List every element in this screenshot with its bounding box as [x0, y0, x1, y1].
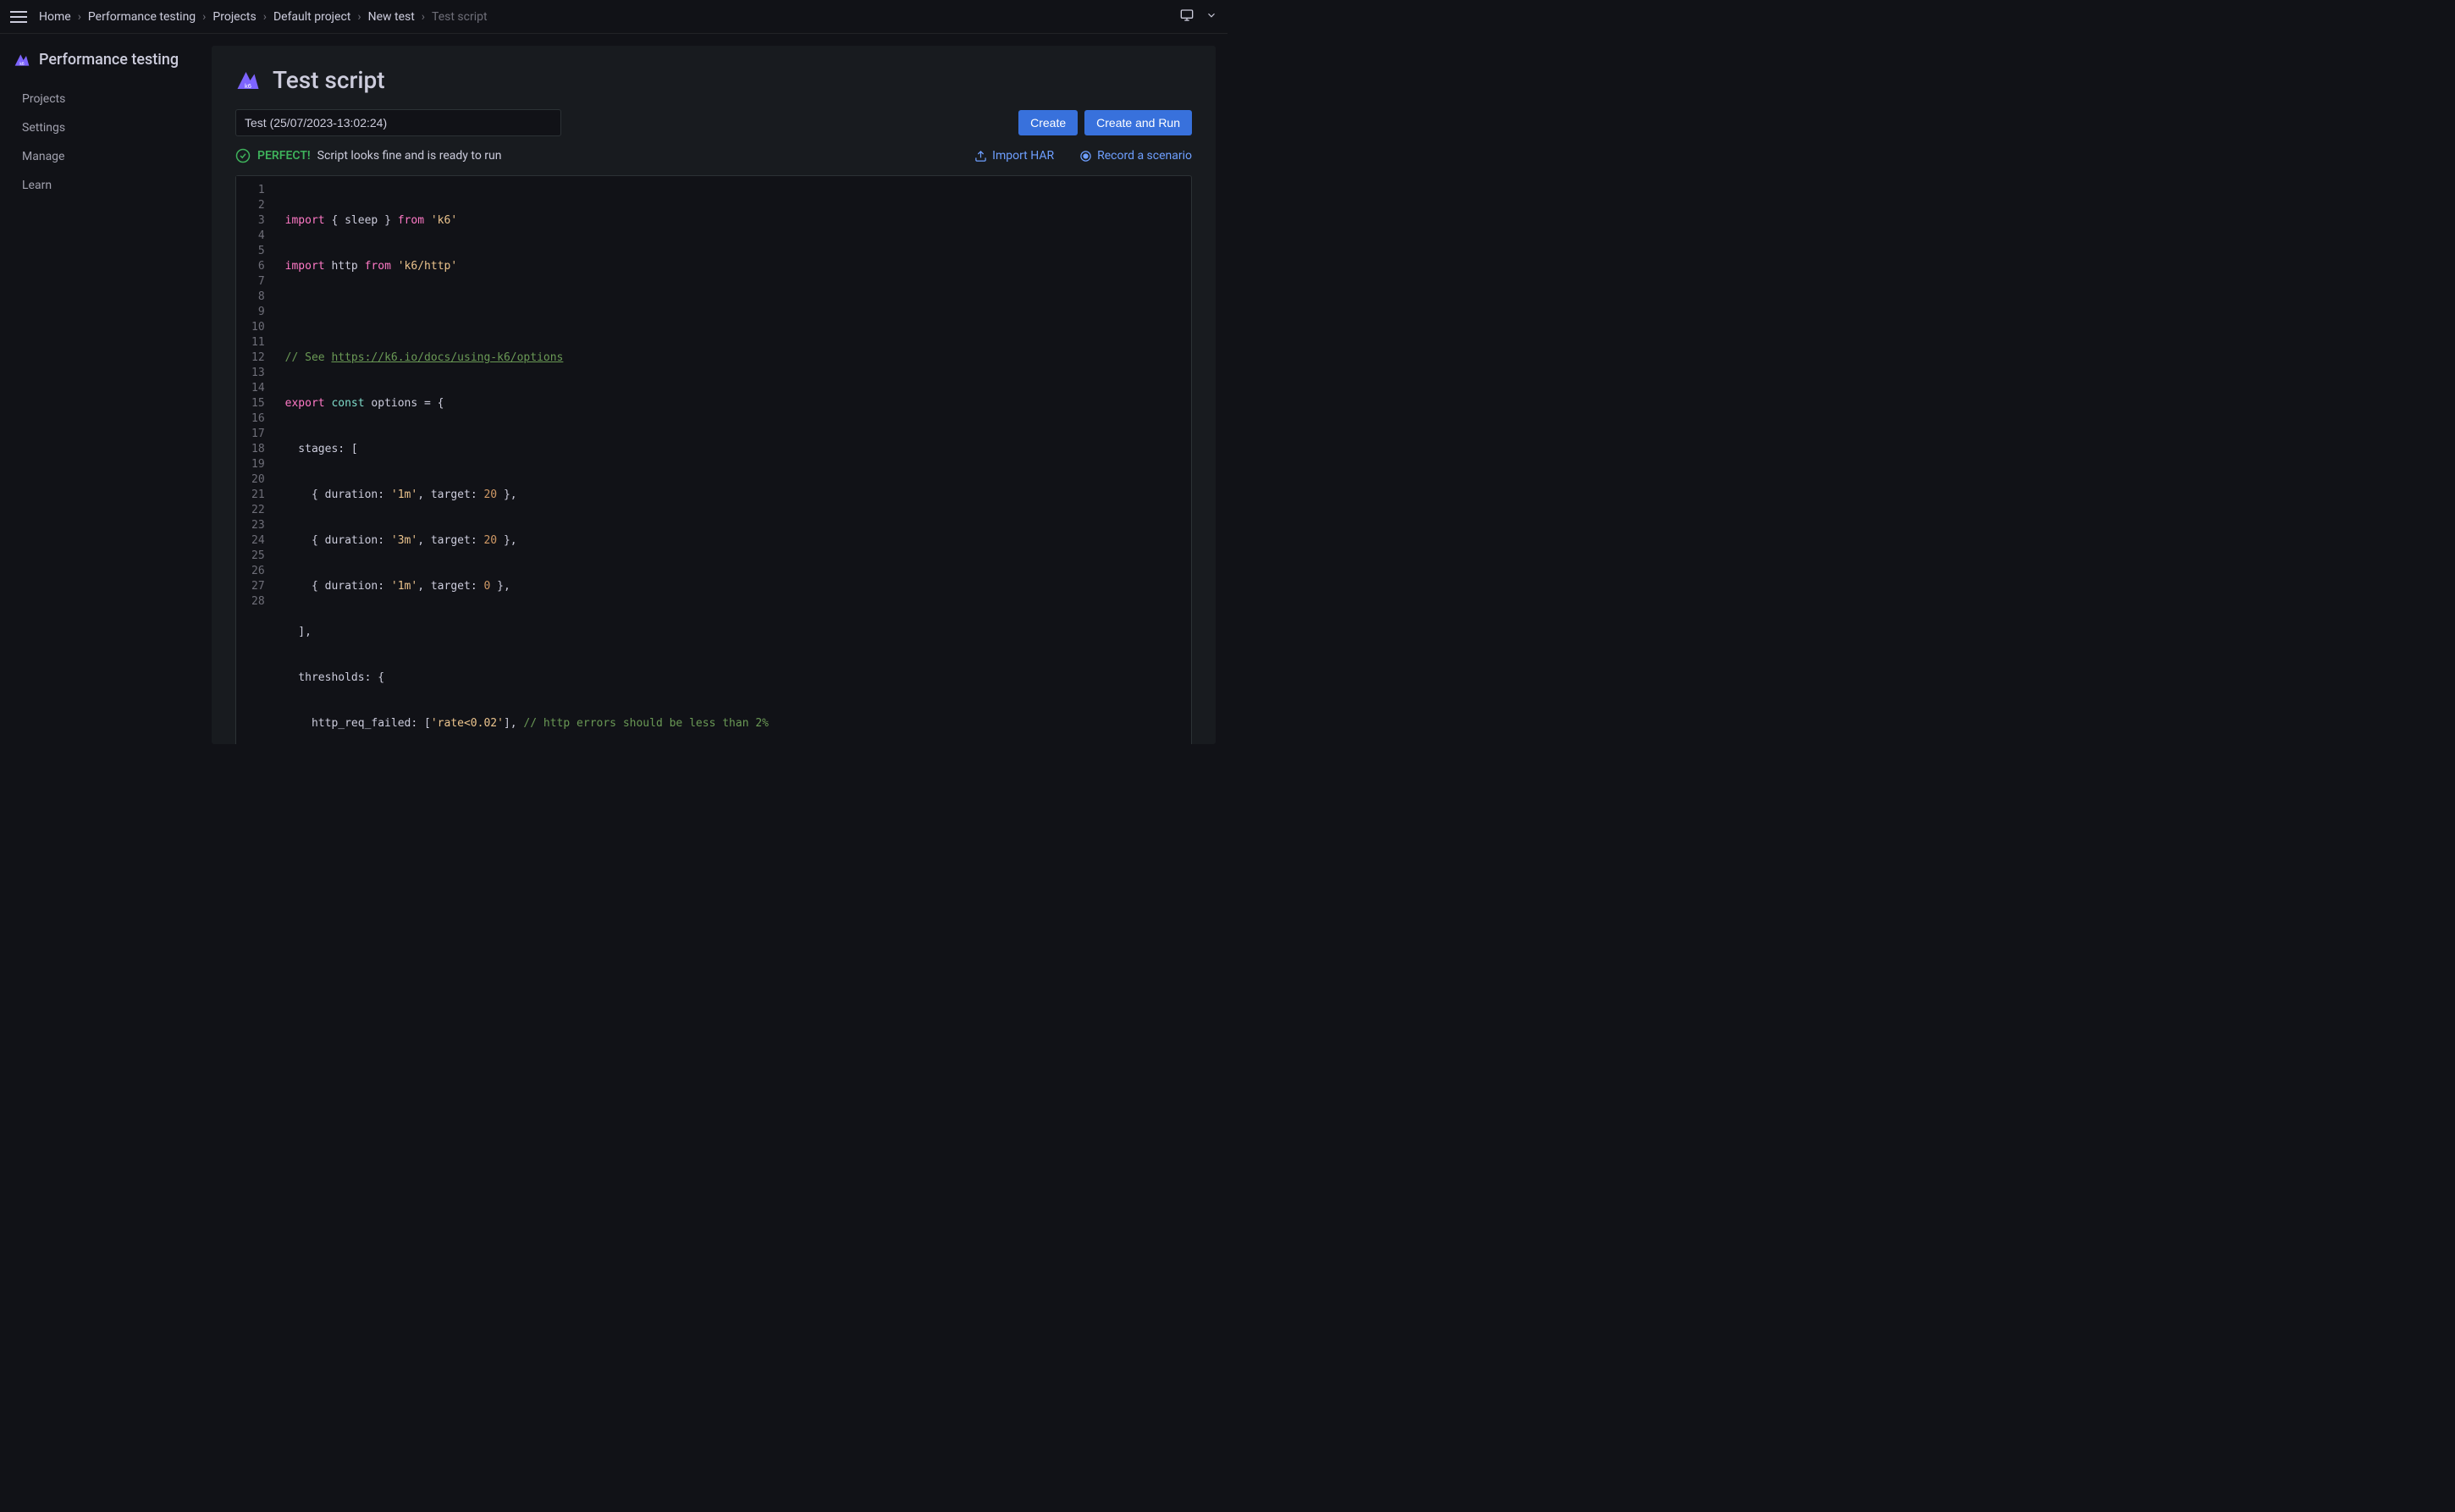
check-circle-icon: [235, 148, 251, 163]
sidebar-header: k6 Performance testing: [14, 51, 198, 69]
line-number-gutter: 1234567891011121314151617181920212223242…: [236, 176, 273, 744]
menu-toggle-icon[interactable]: [10, 8, 27, 25]
create-button[interactable]: Create: [1018, 110, 1078, 135]
create-and-run-button[interactable]: Create and Run: [1084, 110, 1192, 135]
code-content[interactable]: import { sleep } from 'k6' import http f…: [273, 176, 1191, 744]
chevron-right-icon: ›: [263, 10, 267, 24]
breadcrumb-default-project[interactable]: Default project: [273, 10, 350, 24]
breadcrumb-current: Test script: [432, 10, 488, 24]
chevron-right-icon: ›: [202, 10, 206, 24]
sidebar-title: Performance testing: [39, 51, 179, 69]
import-har-label: Import HAR: [992, 149, 1054, 163]
breadcrumb-projects[interactable]: Projects: [212, 10, 256, 24]
breadcrumb: Home › Performance testing › Projects › …: [39, 10, 488, 24]
chevron-right-icon: ›: [78, 10, 81, 24]
breadcrumb-home[interactable]: Home: [39, 10, 71, 24]
svg-text:k6: k6: [245, 81, 251, 89]
status-message: Script looks fine and is ready to run: [317, 149, 502, 163]
code-editor[interactable]: 1234567891011121314151617181920212223242…: [235, 175, 1192, 744]
page-title: Test script: [273, 66, 385, 94]
record-scenario-label: Record a scenario: [1097, 149, 1192, 163]
chevron-right-icon: ›: [357, 10, 361, 24]
k6-logo-icon: k6: [14, 52, 30, 69]
test-name-input[interactable]: [235, 109, 561, 136]
record-icon: [1079, 150, 1092, 163]
chevron-right-icon: ›: [422, 10, 425, 24]
status-perfect-label: PERFECT!: [257, 149, 311, 163]
upload-icon: [974, 150, 987, 163]
sidebar-item-manage[interactable]: Manage: [14, 143, 198, 170]
sidebar-item-projects[interactable]: Projects: [14, 86, 198, 113]
breadcrumb-perf-testing[interactable]: Performance testing: [88, 10, 196, 24]
chevron-down-icon[interactable]: [1205, 9, 1217, 25]
sidebar-item-learn[interactable]: Learn: [14, 172, 198, 199]
k6-logo-icon: k6: [235, 68, 261, 93]
breadcrumb-new-test[interactable]: New test: [368, 10, 415, 24]
import-har-button[interactable]: Import HAR: [974, 149, 1054, 163]
monitor-icon[interactable]: [1180, 8, 1194, 25]
top-bar: Home › Performance testing › Projects › …: [0, 0, 1228, 34]
svg-text:k6: k6: [19, 61, 25, 66]
record-scenario-button[interactable]: Record a scenario: [1079, 149, 1192, 163]
sidebar: k6 Performance testing Projects Settings…: [0, 34, 212, 756]
sidebar-item-settings[interactable]: Settings: [14, 114, 198, 141]
main-content: k6 Test script Create Create and Run PER…: [212, 46, 1216, 744]
